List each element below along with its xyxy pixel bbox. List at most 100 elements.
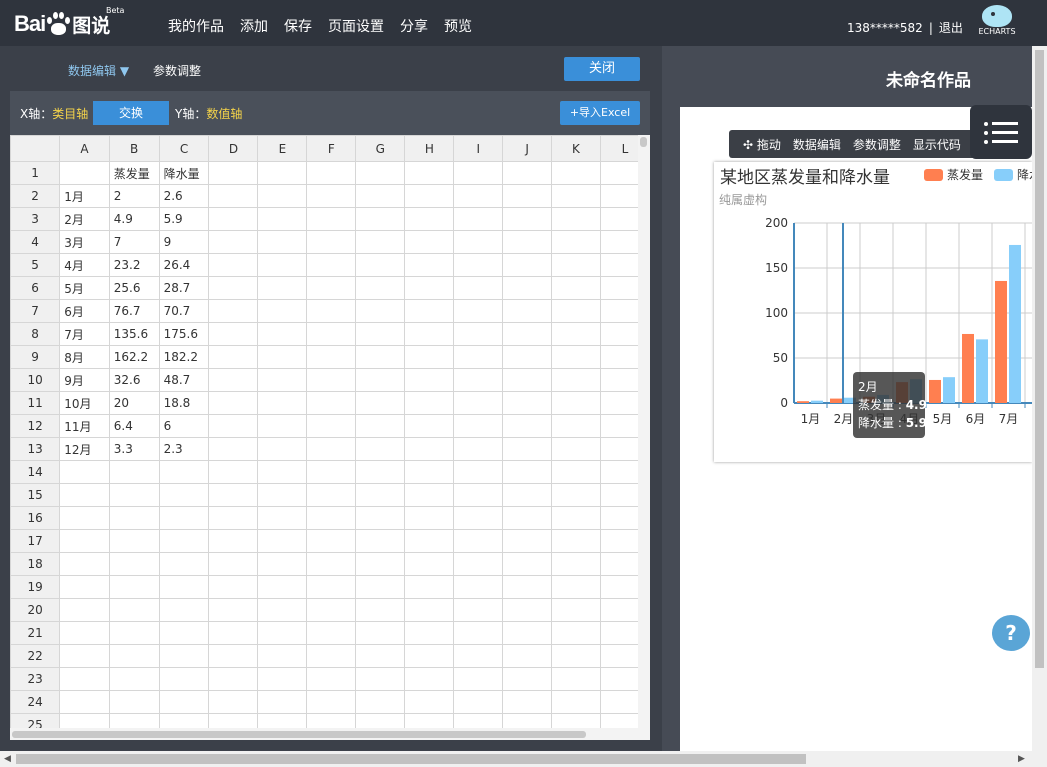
- table-cell[interactable]: [108, 529, 160, 553]
- table-cell[interactable]: [208, 598, 259, 622]
- table-cell[interactable]: [306, 299, 357, 323]
- table-cell[interactable]: [502, 460, 552, 484]
- row-header[interactable]: 19: [10, 575, 61, 599]
- table-cell[interactable]: [551, 690, 601, 714]
- table-cell[interactable]: [502, 414, 552, 438]
- table-cell[interactable]: [306, 575, 357, 599]
- table-cell[interactable]: [502, 345, 552, 369]
- table-cell[interactable]: 1月: [59, 184, 110, 208]
- table-cell[interactable]: [502, 322, 552, 346]
- table-cell[interactable]: [257, 345, 308, 369]
- table-cell[interactable]: 4月: [59, 253, 110, 277]
- table-cell[interactable]: [404, 184, 455, 208]
- table-cell[interactable]: [551, 299, 601, 323]
- sheet-horizontal-scrollbar[interactable]: [10, 728, 638, 740]
- table-cell[interactable]: [404, 161, 455, 185]
- row-header[interactable]: 23: [10, 667, 61, 691]
- table-cell[interactable]: [404, 230, 455, 254]
- table-cell[interactable]: 162.2: [108, 345, 160, 369]
- row-header[interactable]: 14: [10, 460, 61, 484]
- table-cell[interactable]: [208, 207, 259, 231]
- table-cell[interactable]: [453, 230, 504, 254]
- row-header[interactable]: 4: [10, 230, 61, 254]
- table-cell[interactable]: [59, 598, 110, 622]
- sheet-vscroll-thumb[interactable]: [640, 137, 647, 147]
- table-cell[interactable]: [502, 253, 552, 277]
- column-header[interactable]: B: [108, 135, 160, 162]
- table-cell[interactable]: [453, 345, 504, 369]
- table-cell[interactable]: [59, 621, 110, 645]
- column-header[interactable]: E: [257, 135, 308, 162]
- chart-container[interactable]: 某地区蒸发量和降水量纯属虚构蒸发量降水量2001501005001月2月3月4月…: [714, 162, 1032, 462]
- table-cell[interactable]: [355, 621, 406, 645]
- table-cell[interactable]: [404, 667, 455, 691]
- table-cell[interactable]: [551, 552, 601, 576]
- table-cell[interactable]: [551, 437, 601, 461]
- table-cell[interactable]: [453, 184, 504, 208]
- table-cell[interactable]: [108, 483, 160, 507]
- table-cell[interactable]: 蒸发量: [108, 161, 160, 185]
- row-header[interactable]: 5: [10, 253, 61, 277]
- column-header[interactable]: D: [208, 135, 259, 162]
- table-cell[interactable]: [453, 506, 504, 530]
- table-cell[interactable]: [502, 506, 552, 530]
- table-cell[interactable]: [453, 391, 504, 415]
- row-header[interactable]: 12: [10, 414, 61, 438]
- table-cell[interactable]: [208, 506, 259, 530]
- table-cell[interactable]: [208, 690, 259, 714]
- row-header[interactable]: 11: [10, 391, 61, 415]
- table-cell[interactable]: [551, 506, 601, 530]
- table-cell[interactable]: [257, 529, 308, 553]
- table-cell[interactable]: [404, 483, 455, 507]
- table-cell[interactable]: [355, 161, 406, 185]
- column-header[interactable]: F: [306, 135, 357, 162]
- page-hscroll-thumb[interactable]: [16, 754, 806, 764]
- table-cell[interactable]: [257, 437, 308, 461]
- table-cell[interactable]: 8月: [59, 345, 110, 369]
- column-header[interactable]: K: [551, 135, 601, 162]
- table-cell[interactable]: [257, 690, 308, 714]
- table-cell[interactable]: 23.2: [108, 253, 160, 277]
- table-cell[interactable]: [453, 414, 504, 438]
- table-cell[interactable]: [502, 161, 552, 185]
- table-cell[interactable]: [355, 230, 406, 254]
- table-cell[interactable]: [404, 368, 455, 392]
- table-cell[interactable]: [453, 644, 504, 668]
- table-cell[interactable]: [551, 598, 601, 622]
- row-header[interactable]: 22: [10, 644, 61, 668]
- row-header[interactable]: 20: [10, 598, 61, 622]
- table-cell[interactable]: [257, 184, 308, 208]
- table-cell[interactable]: 7月: [59, 322, 110, 346]
- table-cell[interactable]: [59, 460, 110, 484]
- table-cell[interactable]: [453, 483, 504, 507]
- table-cell[interactable]: 26.4: [158, 253, 210, 277]
- logout-link[interactable]: 退出: [939, 21, 963, 35]
- nav-page-settings[interactable]: 页面设置: [328, 16, 384, 36]
- table-cell[interactable]: [108, 621, 160, 645]
- table-cell[interactable]: [108, 460, 160, 484]
- table-cell[interactable]: 32.6: [108, 368, 160, 392]
- row-header[interactable]: 2: [10, 184, 61, 208]
- table-cell[interactable]: [108, 667, 160, 691]
- row-header[interactable]: 24: [10, 690, 61, 714]
- table-cell[interactable]: [551, 575, 601, 599]
- tab-data-edit[interactable]: 数据编辑 ▼: [68, 62, 129, 79]
- table-cell[interactable]: [404, 690, 455, 714]
- table-cell[interactable]: [158, 552, 210, 576]
- nav-my-works[interactable]: 我的作品: [168, 16, 224, 36]
- table-cell[interactable]: [257, 276, 308, 300]
- table-cell[interactable]: [257, 506, 308, 530]
- table-cell[interactable]: [306, 529, 357, 553]
- table-cell[interactable]: [59, 161, 110, 185]
- table-cell[interactable]: [257, 575, 308, 599]
- page-vscroll-thumb[interactable]: [1035, 50, 1044, 668]
- table-cell[interactable]: [208, 437, 259, 461]
- table-cell[interactable]: [551, 529, 601, 553]
- table-cell[interactable]: [108, 506, 160, 530]
- table-cell[interactable]: [306, 368, 357, 392]
- row-header[interactable]: 15: [10, 483, 61, 507]
- table-cell[interactable]: [158, 506, 210, 530]
- table-cell[interactable]: [502, 230, 552, 254]
- table-cell[interactable]: [453, 575, 504, 599]
- table-cell[interactable]: 11月: [59, 414, 110, 438]
